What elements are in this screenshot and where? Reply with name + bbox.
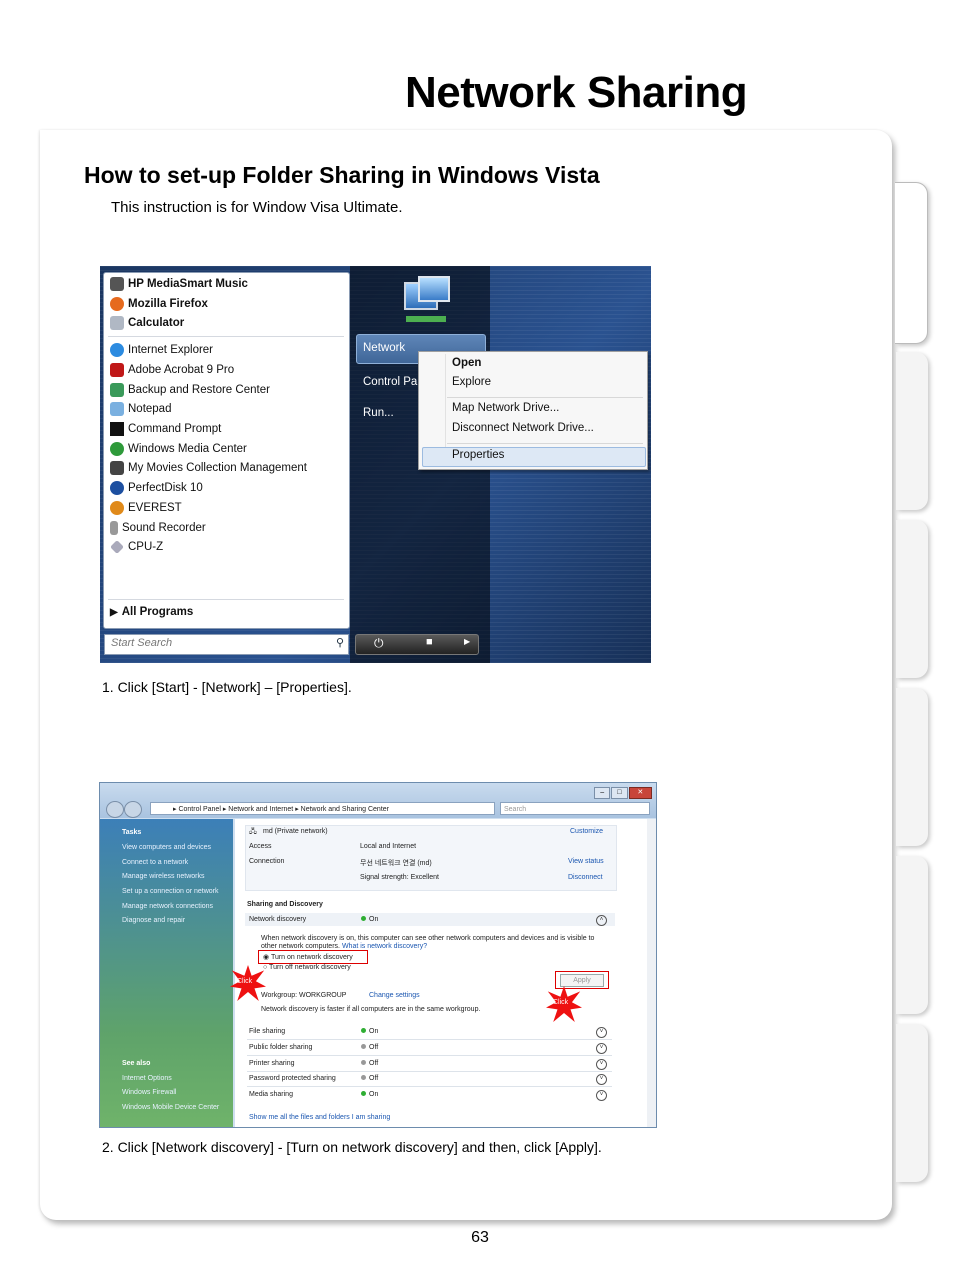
see-also-link[interactable]: Windows Mobile Device Center	[122, 1104, 219, 1111]
program-cpuz[interactable]: CPU-Z	[110, 540, 163, 554]
program-wmc[interactable]: Windows Media Center	[110, 442, 247, 456]
context-properties[interactable]: Properties	[452, 449, 504, 461]
change-settings-link[interactable]: Change settings	[369, 992, 420, 999]
scrollbar[interactable]	[647, 819, 656, 1127]
see-also-link[interactable]: Windows Firewall	[122, 1089, 176, 1096]
context-open[interactable]: Open	[452, 357, 481, 369]
page-title: Network Sharing	[405, 68, 748, 117]
tasks-pane: Tasks View computers and devices Connect…	[100, 819, 233, 1127]
all-programs-button[interactable]: ▶ All Programs	[110, 606, 193, 618]
show-all-shared-link[interactable]: Show me all the files and folders I am s…	[249, 1114, 390, 1121]
intro-text: This instruction is for Window Visa Ulti…	[111, 199, 403, 216]
power-buttons[interactable]: ⏻ ■ ▶	[355, 634, 479, 655]
chevron-down-icon[interactable]: ˅	[596, 1090, 607, 1101]
chevron-down-icon[interactable]: ˅	[596, 1043, 607, 1054]
chevron-down-icon[interactable]: ˅	[596, 1027, 607, 1038]
section-tab	[896, 856, 928, 1014]
chevron-up-icon[interactable]: ˄	[596, 915, 607, 926]
network-icon: 🖧	[249, 828, 257, 835]
program-everest[interactable]: EVEREST	[110, 501, 182, 515]
section-heading: How to set-up Folder Sharing in Windows …	[84, 162, 600, 188]
program-backup[interactable]: Backup and Restore Center	[110, 383, 270, 397]
task-link[interactable]: Diagnose and repair	[122, 917, 185, 924]
task-link[interactable]: Manage network connections	[122, 903, 213, 910]
task-link[interactable]: Connect to a network	[122, 859, 188, 866]
turn-off-radio[interactable]: ○ Turn off network discovery	[263, 964, 351, 971]
power-icon[interactable]: ⏻	[374, 636, 384, 651]
forward-button[interactable]	[124, 801, 142, 818]
arrow-right-icon[interactable]: ▶	[464, 637, 470, 646]
program-firefox[interactable]: Mozilla Firefox	[110, 297, 208, 311]
step-1-caption: 1. Click [Start] - [Network] – [Properti…	[102, 679, 352, 695]
program-hp-mediasmart[interactable]: HP MediaSmart Music	[110, 277, 248, 291]
task-link[interactable]: Set up a connection or network	[122, 888, 219, 895]
maximize-button[interactable]: □	[611, 787, 628, 799]
sharing-discovery-title: Sharing and Discovery	[247, 901, 323, 908]
context-menu: Open Explore Map Network Drive... Discon…	[418, 351, 648, 470]
close-button[interactable]: ✕	[628, 787, 652, 799]
network-sharing-center-screenshot: – □ ✕ ▸ Control Panel ▸ Network and Inte…	[99, 782, 657, 1128]
disconnect-link[interactable]: Disconnect	[568, 874, 603, 881]
start-menu-screenshot: HP MediaSmart Music Mozilla Firefox Calc…	[100, 266, 651, 663]
run-item[interactable]: Run...	[363, 407, 394, 419]
network-label: Network	[363, 342, 406, 354]
network-icon	[396, 276, 454, 328]
section-tab	[896, 1024, 928, 1182]
what-is-link[interactable]: What is network discovery?	[342, 943, 427, 950]
page-number: 63	[471, 1229, 489, 1246]
step-2-caption: 2. Click [Network discovery] - [Turn on …	[102, 1139, 602, 1155]
lock-icon[interactable]: ■	[426, 636, 433, 648]
task-link[interactable]: View computers and devices	[122, 844, 211, 851]
control-panel-item[interactable]: Control Pa	[363, 376, 417, 388]
start-menu-programs: HP MediaSmart Music Mozilla Firefox Calc…	[103, 272, 350, 629]
context-disconnect-drive[interactable]: Disconnect Network Drive...	[452, 422, 594, 434]
program-acrobat[interactable]: Adobe Acrobat 9 Pro	[110, 363, 234, 377]
discovery-description: When network discovery is on, this compu…	[261, 935, 595, 950]
program-ie[interactable]: Internet Explorer	[110, 343, 213, 357]
search-input[interactable]: Search	[500, 802, 650, 815]
section-tab	[896, 688, 928, 846]
arrow-right-icon: ▶	[110, 606, 118, 618]
see-also-link[interactable]: Internet Options	[122, 1075, 172, 1082]
program-calculator[interactable]: Calculator	[110, 316, 184, 330]
address-bar[interactable]: ▸ Control Panel ▸ Network and Internet ▸…	[150, 802, 495, 815]
minimize-button[interactable]: –	[594, 787, 611, 799]
program-movies[interactable]: My Movies Collection Management	[110, 461, 307, 475]
program-perfectdisk[interactable]: PerfectDisk 10	[110, 481, 203, 495]
network-name: md (Private network)	[263, 828, 328, 835]
customize-link[interactable]: Customize	[570, 828, 603, 835]
section-tab	[896, 520, 928, 678]
task-link[interactable]: Manage wireless networks	[122, 873, 204, 880]
context-map-drive[interactable]: Map Network Drive...	[452, 402, 559, 414]
section-tab	[896, 352, 928, 510]
sharing-center-main: 🖧 md (Private network) Customize Access …	[235, 819, 647, 1127]
view-status-link[interactable]: View status	[568, 858, 604, 865]
search-icon: ⚲	[335, 637, 344, 649]
program-notepad[interactable]: Notepad	[110, 402, 171, 416]
chevron-down-icon[interactable]: ˅	[596, 1059, 607, 1070]
section-tab-active	[895, 182, 928, 344]
program-sound-recorder[interactable]: Sound Recorder	[110, 521, 206, 535]
signal-strength: Signal strength: Excellent	[360, 874, 439, 881]
back-button[interactable]	[106, 801, 124, 818]
chevron-down-icon[interactable]: ˅	[596, 1074, 607, 1085]
context-explore[interactable]: Explore	[452, 376, 491, 388]
program-cmd[interactable]: Command Prompt	[110, 422, 221, 436]
start-search-input[interactable]: Start Search ⚲	[104, 634, 349, 655]
